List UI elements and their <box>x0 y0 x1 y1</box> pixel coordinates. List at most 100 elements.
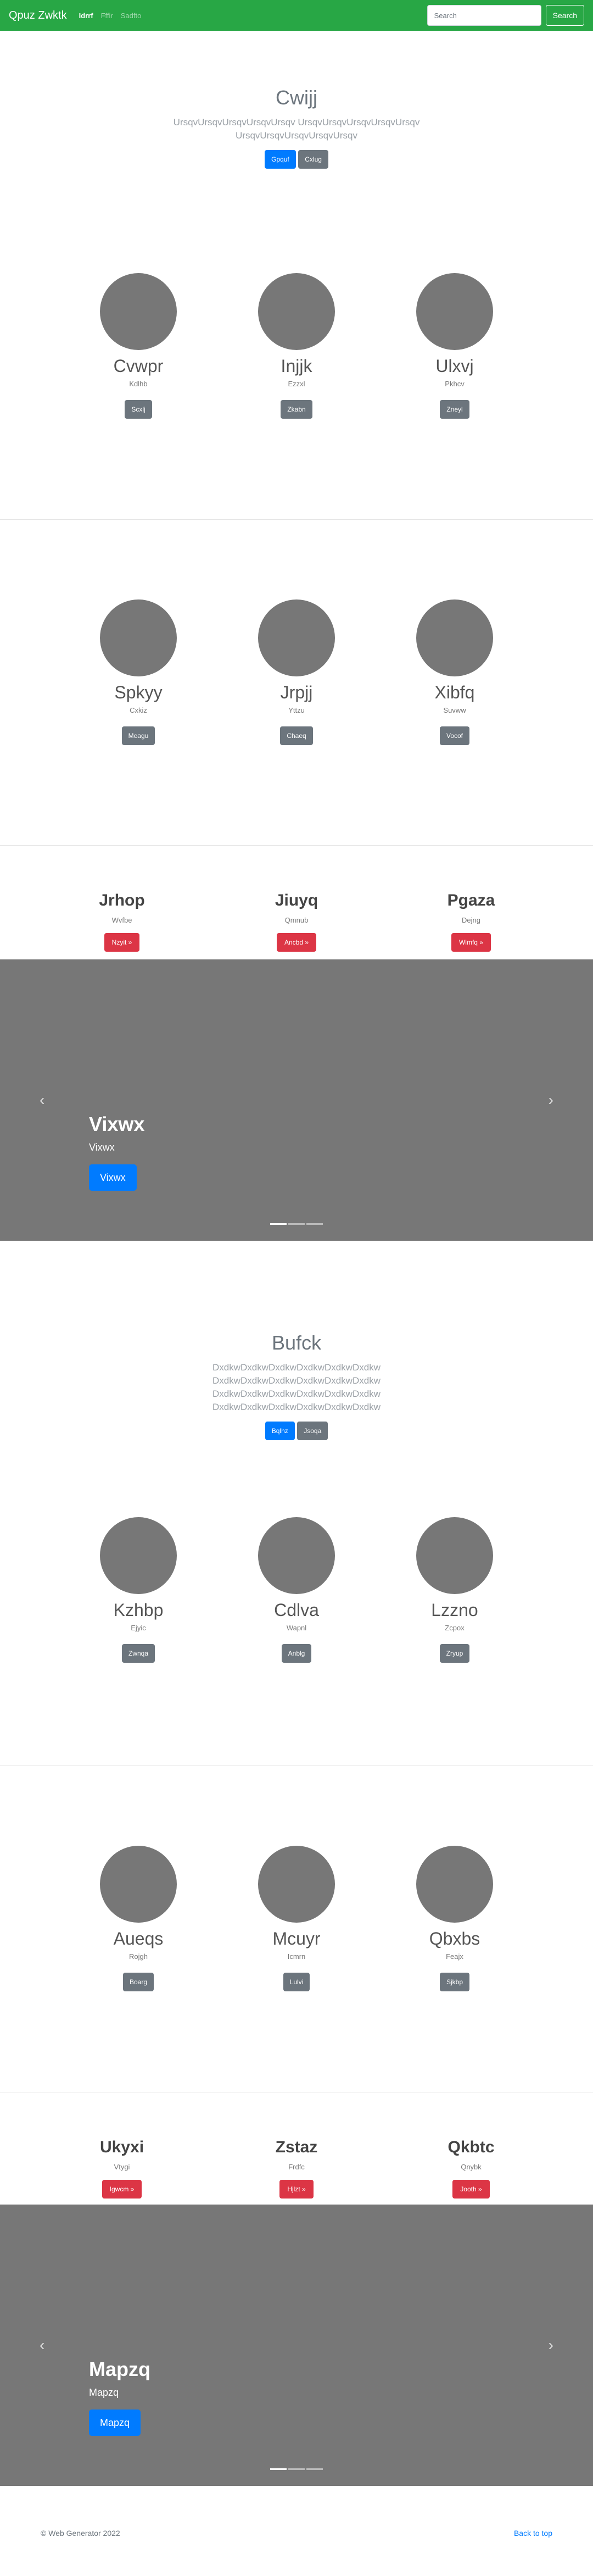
navbar: Qpuz Zwktk Idrrf Fffir Sadfto Search <box>0 0 593 31</box>
feature-title: Mcuyr <box>272 1929 321 1948</box>
feature-col: Xibfq Suvww Vocof <box>376 599 534 845</box>
carousel-indicators <box>0 1223 593 1225</box>
jumbotron-1-title: Cwijj <box>276 86 317 109</box>
feature-title: Kzhbp <box>113 1600 164 1620</box>
marketing-button[interactable]: Wlmfq » <box>451 933 491 952</box>
jumbotron-2-secondary-button[interactable]: Jsoqa <box>297 1422 328 1440</box>
nav-link-3[interactable]: Sadfto <box>121 12 142 20</box>
marketing-subtitle: Qmnub <box>284 916 309 924</box>
placeholder-image <box>100 1846 177 1923</box>
jumbotron-1: Cwijj UrsqvUrsqvUrsqvUrsqvUrsqv UrsqvUrs… <box>0 31 593 243</box>
feature-row-4: Aueqs Rojgh Boarg Mcuyr Icmrn Lulvi Qbxb… <box>0 1766 593 2092</box>
navbar-brand[interactable]: Qpuz Zwktk <box>9 9 67 22</box>
marketing-col: Qkbtc Qnybk Jooth » <box>384 2138 558 2205</box>
feature-title: Cdlva <box>274 1600 319 1620</box>
feature-subtitle: Feajx <box>446 1952 463 1961</box>
feature-col: Cdlva Wapnl Anblg <box>217 1517 376 1766</box>
feature-button[interactable]: Zneyl <box>440 400 469 419</box>
marketing-button[interactable]: Nzyit » <box>104 933 140 952</box>
carousel-indicator[interactable] <box>270 1223 287 1225</box>
marketing-subtitle: Qnybk <box>461 2163 482 2171</box>
carousel-indicator[interactable] <box>270 2468 287 2470</box>
feature-button[interactable]: Sjkbp <box>439 1973 470 1991</box>
feature-button[interactable]: Zryup <box>439 1644 470 1663</box>
footer: © Web Generator 2022 Back to top <box>0 2486 593 2576</box>
carousel-caption: Vixwx Vixwx Vixwx <box>89 1112 144 1191</box>
feature-col: Mcuyr Icmrn Lulvi <box>217 1846 376 2092</box>
search-input[interactable] <box>427 5 541 26</box>
feature-button[interactable]: Meagu <box>121 726 155 745</box>
carousel-subtitle: Mapzq <box>89 2387 119 2398</box>
feature-button[interactable]: Zkabn <box>281 400 312 419</box>
carousel-title: Mapzq <box>89 2358 150 2380</box>
carousel-caption: Mapzq Mapzq Mapzq <box>89 2357 150 2436</box>
marketing-button[interactable]: Jooth » <box>452 2180 490 2199</box>
feature-col: Qbxbs Feajx Sjkbp <box>376 1846 534 2092</box>
carousel-button[interactable]: Vixwx <box>89 1164 137 1191</box>
carousel-subtitle: Vixwx <box>89 1142 115 1153</box>
footer-copyright: © Web Generator 2022 <box>41 2529 120 2538</box>
feature-title: Injjk <box>281 356 312 376</box>
feature-button[interactable]: Chaeq <box>280 726 313 745</box>
jumbotron-2-lead: DxdkwDxdkwDxdkwDxdkwDxdkwDxdkw DxdkwDxdk… <box>212 1362 381 1412</box>
marketing-button[interactable]: Igwcm » <box>102 2180 142 2199</box>
marketing-title: Qkbtc <box>447 2138 495 2156</box>
carousel-prev-icon[interactable]: ‹ <box>40 2338 44 2353</box>
feature-button[interactable]: Lulvi <box>283 1973 310 1991</box>
carousel-indicator[interactable] <box>306 2468 323 2470</box>
feature-subtitle: Ejyic <box>131 1624 146 1632</box>
jumbotron-1-secondary-button[interactable]: Cxlug <box>298 150 328 169</box>
marketing-col: Jiuyq Qmnub Ancbd » <box>209 891 384 959</box>
feature-title: Xibfq <box>434 682 475 702</box>
jumbotron-1-primary-button[interactable]: Gpquf <box>265 150 296 169</box>
carousel-next-icon[interactable]: › <box>549 2338 553 2353</box>
feature-button[interactable]: Scxlj <box>125 400 152 419</box>
marketing-button[interactable]: Ancbd » <box>276 933 317 952</box>
feature-subtitle: Kdlhb <box>129 380 148 388</box>
feature-subtitle: Yttzu <box>288 706 305 714</box>
feature-title: Spkyy <box>114 682 163 702</box>
carousel-title: Vixwx <box>89 1113 145 1135</box>
nav-link-2[interactable]: Fffir <box>101 12 113 20</box>
marketing-col: Jrhop Wvfbe Nzyit » <box>35 891 209 959</box>
feature-col: Injjk Ezzxl Zkabn <box>217 273 376 519</box>
marketing-subtitle: Wvfbe <box>111 916 132 924</box>
carousel-button[interactable]: Mapzq <box>89 2410 141 2436</box>
carousel-next-icon[interactable]: › <box>549 1092 553 1108</box>
carousel-indicator[interactable] <box>306 1223 323 1225</box>
feature-button[interactable]: Anblg <box>281 1644 312 1663</box>
marketing-title: Pgaza <box>447 891 495 909</box>
marketing-col: Pgaza Dejng Wlmfq » <box>384 891 558 959</box>
back-to-top-link[interactable]: Back to top <box>514 2529 552 2576</box>
feature-subtitle: Rojgh <box>129 1952 148 1961</box>
marketing-row-1: Jrhop Wvfbe Nzyit » Jiuyq Qmnub Ancbd » … <box>0 846 593 959</box>
search-button[interactable]: Search <box>545 5 584 26</box>
carousel-indicator[interactable] <box>288 2468 305 2470</box>
feature-button[interactable]: Boarg <box>122 1973 154 1991</box>
placeholder-image <box>100 1517 177 1594</box>
carousel-indicator[interactable] <box>288 1223 305 1225</box>
marketing-title: Jrhop <box>99 891 145 909</box>
feature-title: Ulxvj <box>435 356 474 376</box>
feature-subtitle: Pkhcv <box>445 380 465 388</box>
placeholder-image <box>258 1846 335 1923</box>
marketing-button[interactable]: Hjlzt » <box>279 2180 314 2199</box>
feature-col: Jrpjj Yttzu Chaeq <box>217 599 376 845</box>
nav-link-1[interactable]: Idrrf <box>79 12 93 20</box>
feature-col: Spkyy Cxkiz Meagu <box>59 599 217 845</box>
feature-button[interactable]: Zwnqa <box>121 1644 155 1663</box>
jumbotron-2-primary-button[interactable]: Bqlhz <box>265 1422 295 1440</box>
marketing-title: Jiuyq <box>275 891 318 909</box>
carousel-prev-icon[interactable]: ‹ <box>40 1092 44 1108</box>
feature-button[interactable]: Vocof <box>439 726 470 745</box>
marketing-col: Zstaz Frdfc Hjlzt » <box>209 2138 384 2205</box>
marketing-subtitle: Dejng <box>462 916 480 924</box>
placeholder-image <box>416 1846 493 1923</box>
feature-subtitle: Cxkiz <box>130 706 147 714</box>
placeholder-image <box>258 273 335 350</box>
feature-subtitle: Icmrn <box>287 1952 306 1961</box>
placeholder-image <box>100 599 177 676</box>
feature-title: Cvwpr <box>113 356 164 376</box>
marketing-subtitle: Vtygi <box>114 2163 130 2171</box>
marketing-row-2: Ukyxi Vtygi Igwcm » Zstaz Frdfc Hjlzt » … <box>0 2092 593 2205</box>
